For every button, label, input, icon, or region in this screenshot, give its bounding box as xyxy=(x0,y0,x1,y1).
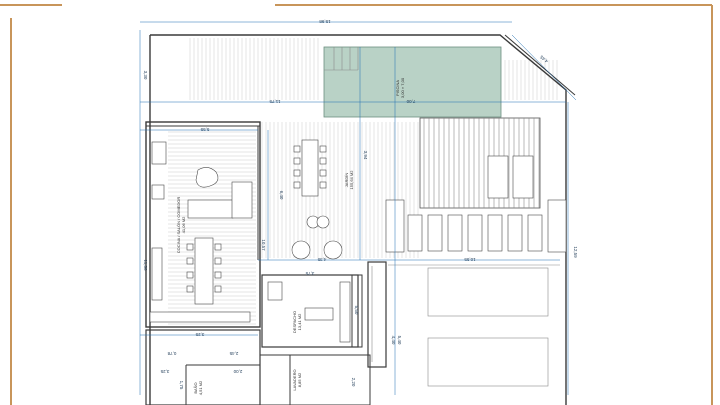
dining-chair xyxy=(214,271,222,279)
living-area-label: 41,06 M2 xyxy=(181,216,186,233)
dim-bottom-left: 3,25 xyxy=(195,332,204,337)
dining-chair xyxy=(186,243,194,251)
dim-terrace-width: 11,75 xyxy=(269,99,280,104)
dim-bath-width: 3,25 xyxy=(160,369,169,374)
dining-chair xyxy=(214,257,222,265)
garden-area-label: 155,64 M2 xyxy=(349,170,354,190)
laundry-area-label: 8,85 M2 xyxy=(297,372,302,387)
garden-bench xyxy=(487,214,503,252)
garden-bench xyxy=(467,214,483,252)
dim-small-2: 2,45 xyxy=(229,351,238,356)
dim-corner: 4,45 xyxy=(539,54,549,64)
garden-chair xyxy=(319,169,327,177)
garden-bench xyxy=(527,214,543,252)
garden-chair xyxy=(319,157,327,165)
dim-small-1: 0,78 xyxy=(167,351,176,356)
dim-right-height: 12,59 xyxy=(573,246,578,258)
garden-planter xyxy=(547,199,567,253)
dim-left-top: 3,30 xyxy=(143,71,148,80)
floor-plan-drawing: PISCINA 3,00 × 7,00 JARDÍN 155,64 M2 COC… xyxy=(0,4,713,405)
garden-chair xyxy=(293,181,301,189)
dim-office-height: 5,50 xyxy=(354,306,359,315)
garden-chair xyxy=(319,181,327,189)
dining-chair xyxy=(186,271,194,279)
garden-chair xyxy=(293,145,301,153)
garden-bays xyxy=(388,264,560,387)
dim-laundry-height: 2,20 xyxy=(351,378,356,387)
dim-garden-mid: 6,40 xyxy=(279,191,284,200)
garden-chair xyxy=(319,145,327,153)
dining-chair xyxy=(186,257,194,265)
dim-garden-low: 5,40 xyxy=(397,336,402,345)
pool-size-label: 3,00 × 7,00 xyxy=(400,77,405,98)
dim-garden-bottom: 4,35 xyxy=(317,257,326,262)
dim-stair: 4,40 xyxy=(391,336,396,345)
garden-dining-table xyxy=(291,139,343,260)
office-furniture xyxy=(267,281,351,343)
dim-top: 15,98 xyxy=(319,19,331,24)
dim-living-height: 10,57 xyxy=(261,239,266,251)
dim-pool-width: 7,00 xyxy=(406,99,415,104)
dim-path-width: 10,55 xyxy=(464,257,476,262)
dining-chair xyxy=(186,285,194,293)
bath-area-label: 4,51 M2 xyxy=(198,380,203,395)
dim-garden-height: 3,94 xyxy=(363,151,368,160)
dim-left-height: 11,56 xyxy=(143,260,148,271)
dim-bath-width-2: 2,00 xyxy=(233,369,242,374)
dim-bath-height: 1,75 xyxy=(179,381,184,390)
dim-office-width: 3,75 xyxy=(305,271,314,276)
garden-chair xyxy=(293,169,301,177)
pool xyxy=(323,46,502,118)
dim-living-width: 5,55 xyxy=(200,127,209,132)
floor-plan-canvas: PISCINA 3,00 × 7,00 JARDÍN 155,64 M2 COC… xyxy=(0,0,720,405)
dining-chair xyxy=(214,285,222,293)
garden-bench xyxy=(407,214,423,252)
garden-chair xyxy=(293,157,301,165)
garden-bench xyxy=(507,214,523,252)
pergola xyxy=(419,117,541,209)
garden-bench xyxy=(427,214,443,252)
dining-chair xyxy=(214,243,222,251)
office-area-label: 13,41 M2 xyxy=(297,313,302,330)
garden-bench xyxy=(447,214,463,252)
